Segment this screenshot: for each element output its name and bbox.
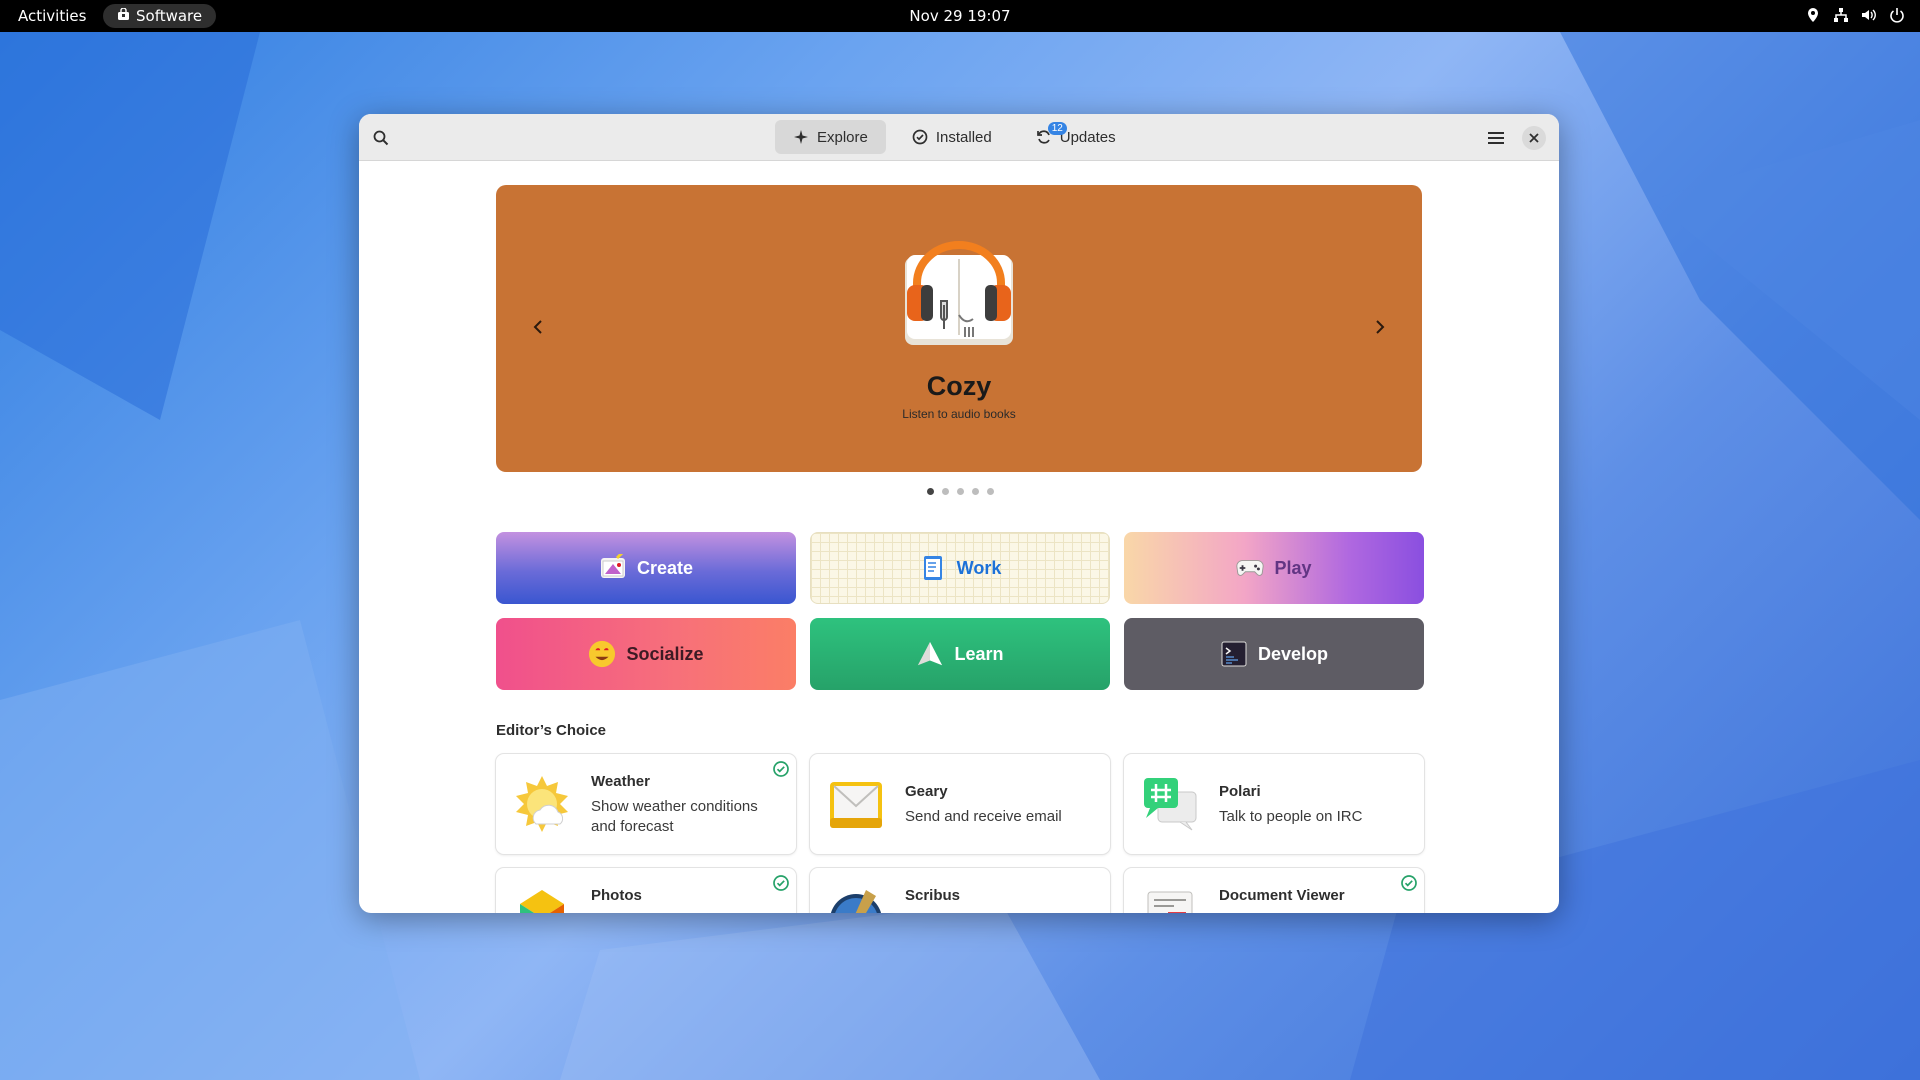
featured-carousel[interactable]: Cozy Listen to audio books	[496, 185, 1422, 472]
system-tray[interactable]	[1804, 6, 1906, 24]
section-title-editors-choice: Editor’s Choice	[496, 722, 607, 739]
top-bar: Activities Software Nov 29 19:07	[0, 0, 1920, 32]
category-develop[interactable]: Develop	[1124, 618, 1424, 690]
software-window: Explore Installed 12 Updates Cozy Listen…	[359, 114, 1559, 913]
carousel-dot[interactable]	[927, 488, 934, 495]
close-button[interactable]	[1522, 126, 1546, 150]
tab-updates[interactable]: 12 Updates	[1018, 120, 1134, 154]
app-card-polari[interactable]: Polari Talk to people on IRC	[1124, 754, 1424, 854]
document-icon	[1140, 886, 1200, 913]
weather-icon	[512, 774, 572, 834]
view-switcher: Explore Installed 12 Updates	[775, 120, 1134, 154]
tab-label: Explore	[817, 128, 868, 146]
activities-button[interactable]: Activities	[18, 7, 86, 25]
location-icon	[1804, 6, 1822, 24]
search-button[interactable]	[369, 126, 393, 150]
carousel-next-button[interactable]	[1368, 315, 1392, 339]
tab-installed[interactable]: Installed	[894, 120, 1010, 154]
network-icon	[1832, 6, 1850, 24]
chat-icon	[1140, 774, 1200, 834]
clock[interactable]: Nov 29 19:07	[909, 7, 1010, 25]
terminal-icon	[1220, 640, 1248, 668]
carousel-dot[interactable]	[957, 488, 964, 495]
check-circle-icon	[912, 129, 928, 145]
carousel-dot[interactable]	[942, 488, 949, 495]
installed-check-icon	[1400, 874, 1418, 892]
category-work[interactable]: Work	[810, 532, 1110, 604]
app-card-geary[interactable]: Geary Send and receive email	[810, 754, 1110, 854]
carousel-indicator	[927, 488, 994, 495]
featured-app-title: Cozy	[926, 371, 992, 401]
close-icon	[1529, 133, 1539, 143]
app-card-photos[interactable]: Photos	[496, 868, 796, 913]
app-name: Geary	[905, 783, 948, 800]
smiley-icon	[588, 640, 616, 668]
cozy-app-icon	[899, 235, 1019, 347]
category-label: Develop	[1257, 643, 1329, 664]
app-card-document-viewer[interactable]: Document Viewer	[1124, 868, 1424, 913]
updates-badge: 12	[1047, 122, 1067, 135]
app-name: Document Viewer	[1219, 887, 1345, 904]
app-menu-button[interactable]: Software	[103, 4, 217, 28]
scribus-icon	[826, 886, 886, 913]
app-description: Talk to people on IRC	[1219, 808, 1363, 825]
category-label: Create	[636, 557, 694, 578]
app-name: Scribus	[905, 887, 961, 904]
sparkle-icon	[794, 130, 808, 144]
main-menu-button[interactable]	[1484, 126, 1508, 150]
category-socialize[interactable]: Socialize	[496, 618, 796, 690]
app-description: Send and receive email	[905, 808, 1062, 825]
category-play[interactable]: Play	[1124, 532, 1424, 604]
chevron-left-icon	[533, 320, 542, 334]
installed-check-icon	[772, 874, 790, 892]
create-icon	[599, 554, 627, 582]
app-name: Software	[136, 7, 203, 25]
category-create[interactable]: Create	[496, 532, 796, 604]
carousel-dot[interactable]	[972, 488, 979, 495]
app-name: Photos	[591, 887, 642, 904]
carousel-dot[interactable]	[987, 488, 994, 495]
tab-label: Installed	[935, 128, 992, 146]
gamepad-icon	[1236, 554, 1265, 582]
tab-label: Updates	[1059, 128, 1116, 146]
photos-icon	[512, 886, 572, 913]
power-icon	[1888, 6, 1906, 24]
app-card-scribus[interactable]: Scribus	[810, 868, 1110, 913]
installed-check-icon	[772, 760, 790, 778]
app-card-weather[interactable]: Weather Show weather conditions and fore…	[496, 754, 796, 854]
hamburger-icon	[1488, 132, 1504, 144]
volume-icon	[1860, 6, 1878, 24]
header-bar: Explore Installed 12 Updates	[359, 114, 1559, 161]
mail-icon	[826, 774, 886, 834]
tab-explore[interactable]: Explore	[775, 120, 886, 154]
category-label: Socialize	[626, 643, 704, 664]
featured-app-subtitle: Listen to audio books	[902, 407, 1016, 421]
category-label: Work	[956, 557, 1002, 578]
search-icon	[373, 130, 389, 146]
software-icon	[117, 7, 130, 25]
carousel-previous-button[interactable]	[526, 315, 550, 339]
category-learn[interactable]: Learn	[810, 618, 1110, 690]
learn-icon	[916, 640, 944, 668]
chevron-right-icon	[1376, 320, 1385, 334]
app-name: Weather	[591, 773, 650, 790]
app-description: Show weather conditions and forecast	[591, 798, 758, 835]
app-name: Polari	[1219, 783, 1261, 800]
work-icon	[919, 554, 947, 582]
category-label: Learn	[954, 643, 1004, 664]
category-label: Play	[1274, 557, 1312, 578]
